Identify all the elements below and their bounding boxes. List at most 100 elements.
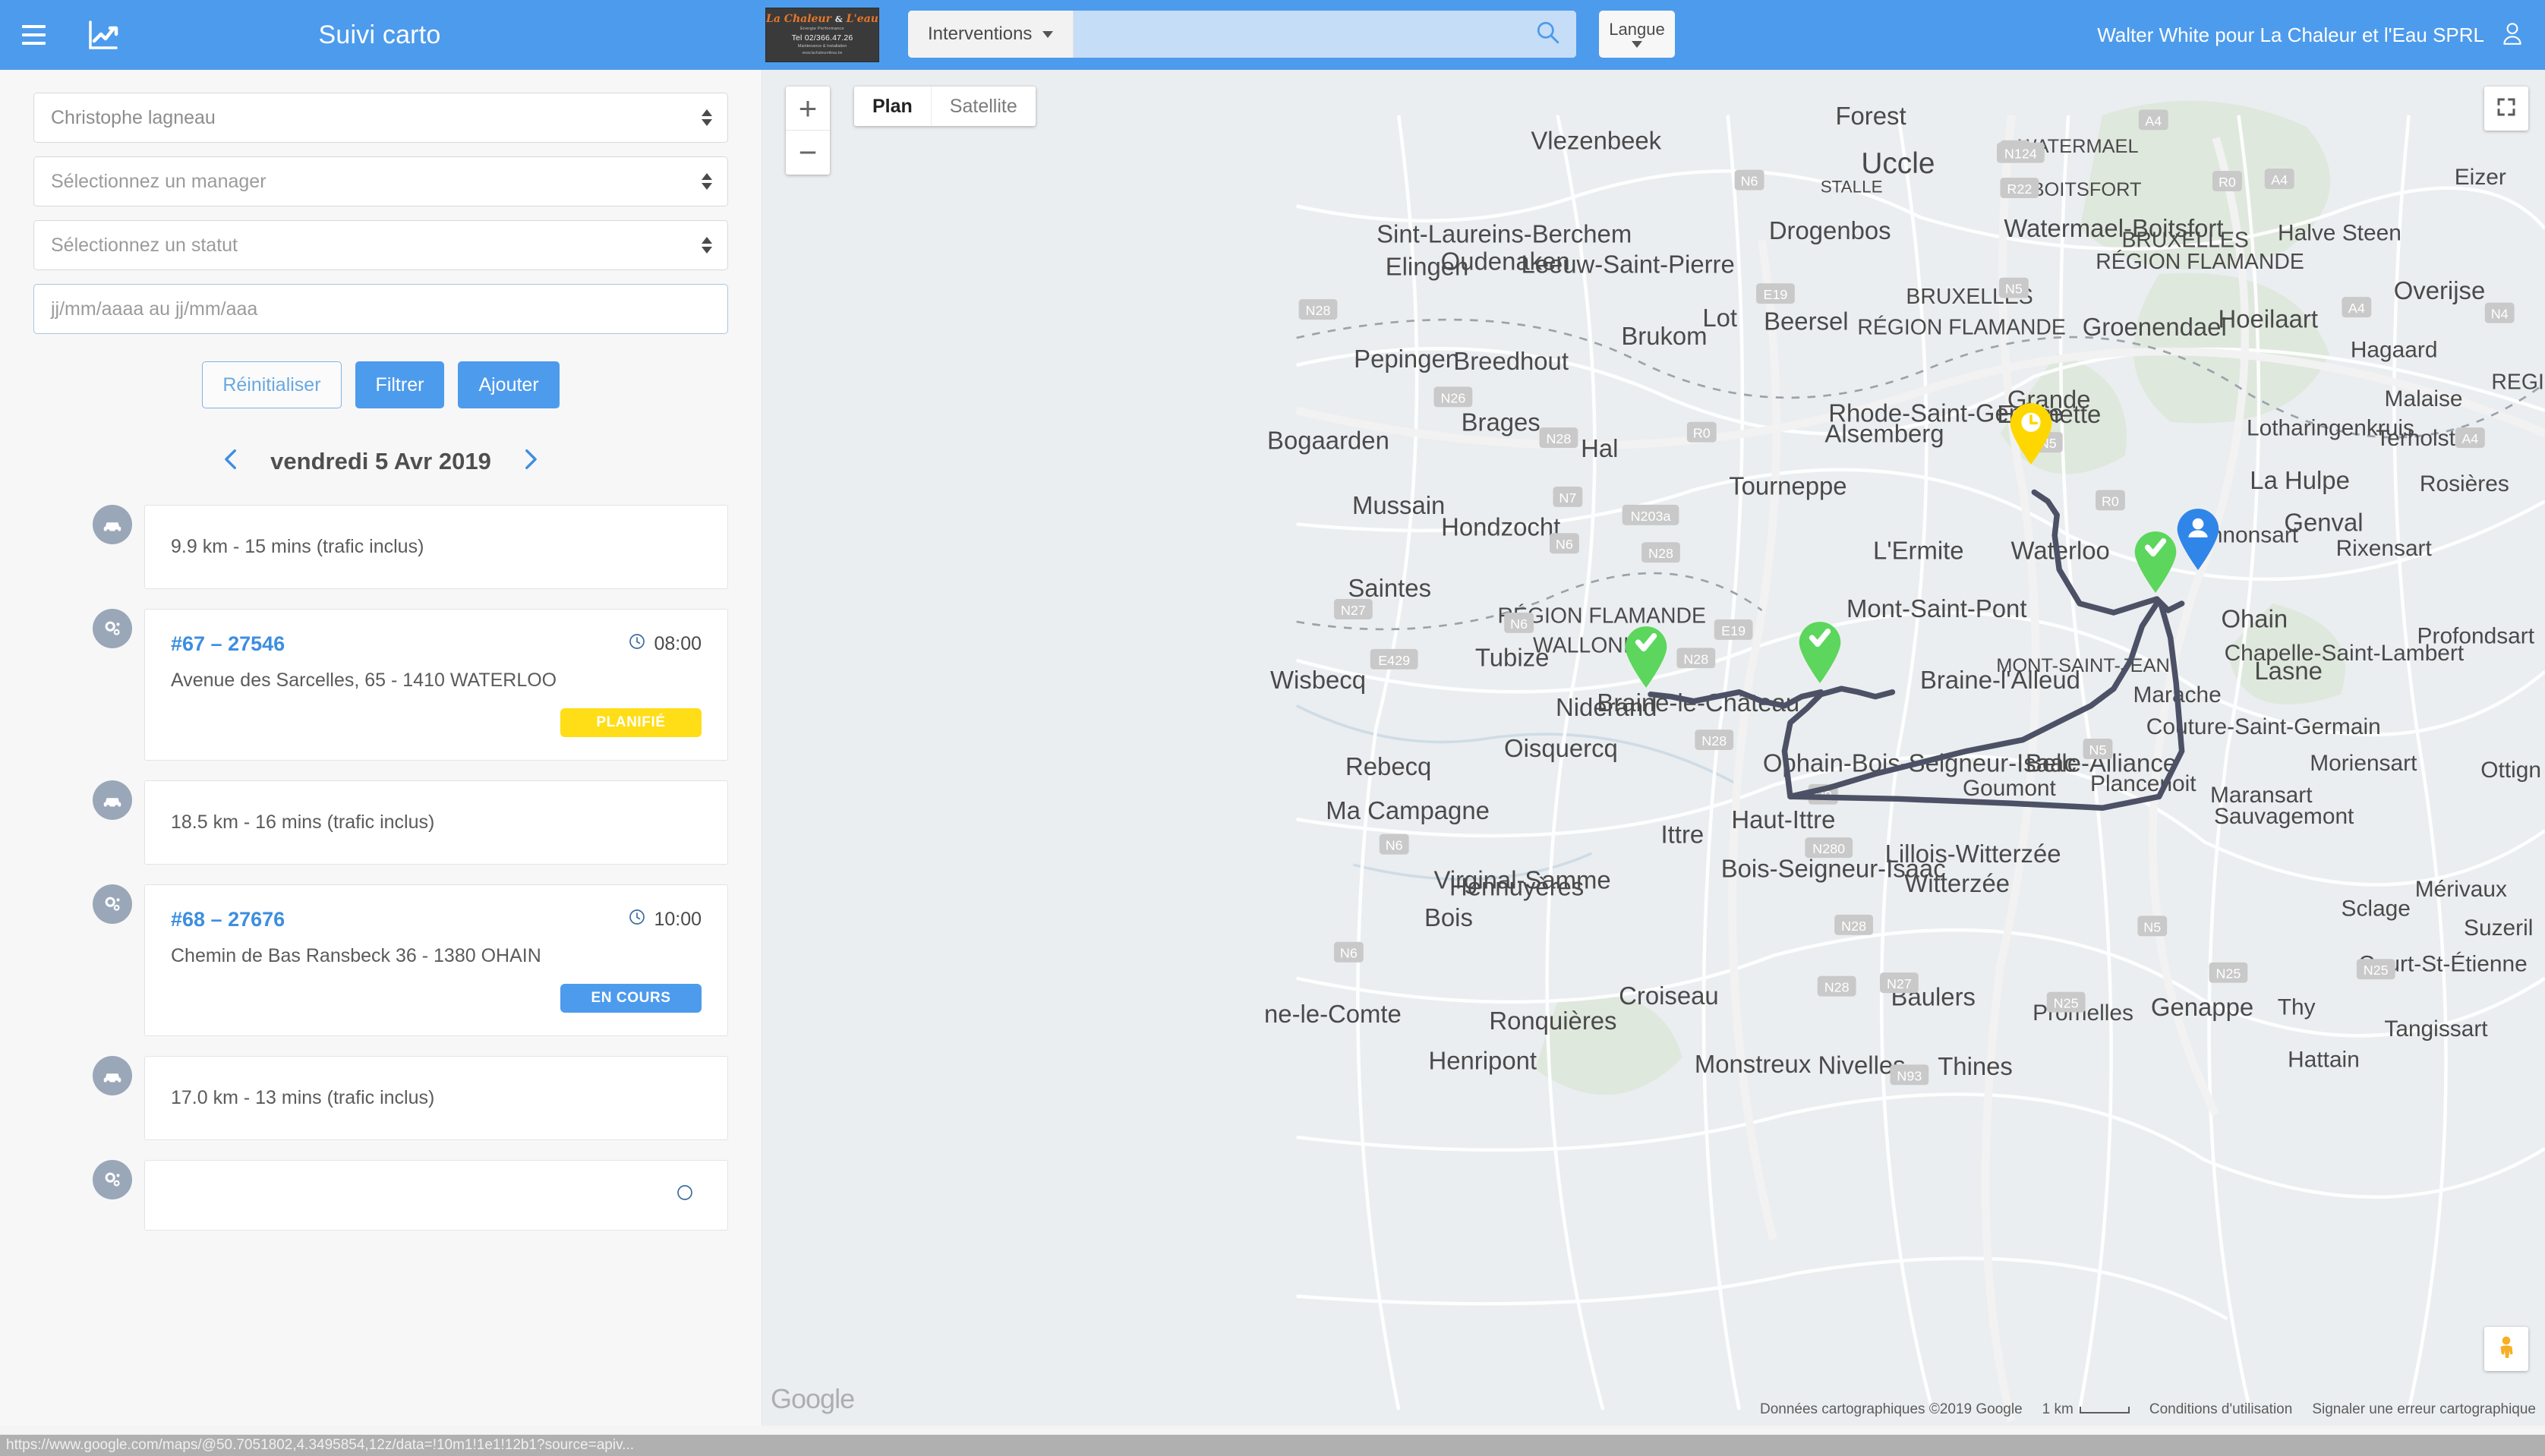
logo-website: www.lachaleuretleau.be <box>803 52 843 55</box>
technician-select-value: Christophe lagneau <box>51 107 216 129</box>
job-time: 08:00 <box>628 632 702 656</box>
search-input[interactable] <box>1074 11 1520 58</box>
travel-distance-label: 9.9 km - 15 mins (trafic inclus) <box>171 536 702 558</box>
job-address: Chemin de Bas Ransbeck 36 - 1380 OHAIN <box>171 945 702 967</box>
map-panel[interactable]: ForestUccleWATERMAELBOITSFORTSTALLEVleze… <box>763 70 2545 1426</box>
clock-icon <box>628 632 646 656</box>
select-spinner-icon <box>702 109 712 126</box>
marker-done-lillois[interactable] <box>1796 620 1844 684</box>
gears-icon <box>93 1160 132 1199</box>
map-canvas <box>763 70 2545 1426</box>
gears-icon <box>93 609 132 648</box>
job-time: 10:00 <box>628 908 702 931</box>
logo-services: Maintenance & Installation <box>798 45 847 49</box>
user-account-menu[interactable]: Walter White pour La Chaleur et l'Eau SP… <box>2097 0 2525 70</box>
zoom-in-button[interactable]: + <box>786 87 830 131</box>
street-view-pegman-icon <box>2493 1335 2519 1364</box>
car-icon <box>93 780 132 820</box>
filter-button[interactable]: Filtrer <box>355 361 445 408</box>
job-time-label: 10:00 <box>654 909 702 931</box>
chevron-right-icon[interactable] <box>517 446 543 476</box>
card-header <box>171 1183 702 1207</box>
terms-of-use-link[interactable]: Conditions d'utilisation <box>2149 1401 2292 1418</box>
gears-icon <box>93 884 132 924</box>
logo-ampersand: & <box>835 14 843 24</box>
top-header-bar: Suivi carto La Chaleur & L'eau Energie P… <box>0 0 2545 70</box>
intervention-card[interactable]: #68 – 27676 10:00 Chemin de Bas Ransbeck… <box>144 884 728 1036</box>
logo-phone: Tel 02/366.47.26 <box>792 34 853 43</box>
status-badge[interactable]: EN COURS <box>560 984 702 1013</box>
map-scale-bar: 1 km <box>2042 1401 2130 1418</box>
intervention-card[interactable] <box>144 1160 728 1231</box>
technician-select[interactable]: Christophe lagneau <box>33 93 728 143</box>
zoom-controls: + − <box>786 87 830 175</box>
status-badge[interactable]: PLANIFIÉ <box>560 708 702 737</box>
marker-technician[interactable] <box>2174 507 2222 571</box>
list-item: 17.0 km - 13 mins (trafic inclus) <box>33 1056 728 1140</box>
travel-distance-label: 18.5 km - 16 mins (trafic inclus) <box>171 812 702 834</box>
search-icon <box>1535 20 1561 49</box>
filters-sidebar: Christophe lagneau Sélectionnez un manag… <box>0 70 762 1426</box>
page-title: Suivi carto <box>0 20 759 50</box>
job-time <box>676 1183 702 1207</box>
report-map-error-link[interactable]: Signaler une erreur cartographique <box>2312 1401 2536 1418</box>
marker-done-braine[interactable] <box>1622 625 1670 689</box>
google-watermark: Google <box>771 1383 854 1415</box>
search-bar: Interventions <box>908 11 1576 58</box>
person-pin-icon <box>2174 507 2222 571</box>
browser-status-bar: https://www.google.com/maps/@50.7051802,… <box>0 1435 2545 1456</box>
clock-pin-icon <box>2007 402 2055 465</box>
chevron-left-icon[interactable] <box>219 446 244 476</box>
job-time-label: 08:00 <box>654 633 702 655</box>
status-select-value: Sélectionnez un statut <box>51 235 238 257</box>
reset-button[interactable]: Réinitialiser <box>202 361 341 408</box>
manager-select-value: Sélectionnez un manager <box>51 171 266 193</box>
chevron-down-icon <box>1632 41 1642 48</box>
language-label: Langue <box>1609 21 1664 38</box>
clock-icon <box>676 1183 694 1207</box>
search-button[interactable] <box>1520 11 1576 58</box>
travel-card: 9.9 km - 15 mins (trafic inclus) <box>144 505 728 589</box>
job-id-link[interactable]: #67 – 27546 <box>171 632 285 656</box>
current-date-label: vendredi 5 Avr 2019 <box>270 448 491 475</box>
intervention-list: 9.9 km - 15 mins (trafic inclus) #67 – 2… <box>0 505 762 1231</box>
map-type-switch: Plan Satellite <box>854 87 1036 126</box>
list-item: 9.9 km - 15 mins (trafic inclus) <box>33 505 728 589</box>
status-bar-url: https://www.google.com/maps/@50.7051802,… <box>6 1437 634 1454</box>
date-range-placeholder: jj/mm/aaaa au jj/mm/aaa <box>51 298 257 320</box>
language-selector-button[interactable]: Langue <box>1599 11 1675 58</box>
map-type-satellite[interactable]: Satellite <box>932 87 1036 126</box>
list-item: #67 – 27546 08:00 Avenue des Sarcelles, … <box>33 609 728 761</box>
fullscreen-button[interactable] <box>2484 87 2528 131</box>
chevron-down-icon <box>1042 31 1053 38</box>
user-name-label: Walter White pour La Chaleur et l'Eau SP… <box>2097 24 2484 47</box>
job-address: Avenue des Sarcelles, 65 - 1410 WATERLOO <box>171 670 702 692</box>
car-icon <box>93 505 132 544</box>
zoom-out-button[interactable]: − <box>786 131 830 175</box>
status-select[interactable]: Sélectionnez un statut <box>33 220 728 270</box>
travel-card: 17.0 km - 13 mins (trafic inclus) <box>144 1056 728 1140</box>
select-spinner-icon <box>702 237 712 254</box>
list-item <box>33 1160 728 1231</box>
job-id-link[interactable]: #68 – 27676 <box>171 908 285 931</box>
logo-line1-b: L'eau <box>847 13 878 25</box>
marker-scheduled-waterloo[interactable] <box>2007 402 2055 465</box>
add-button[interactable]: Ajouter <box>458 361 559 408</box>
street-view-pegman-button[interactable] <box>2484 1327 2528 1371</box>
map-type-plan[interactable]: Plan <box>854 87 932 126</box>
manager-select[interactable]: Sélectionnez un manager <box>33 156 728 206</box>
car-icon <box>93 1056 132 1095</box>
card-header: #68 – 27676 10:00 <box>171 908 702 931</box>
map-attribution-footer: Données cartographiques ©2019 Google 1 k… <box>1760 1401 2545 1418</box>
filter-actions: Réinitialiser Filtrer Ajouter <box>0 361 762 408</box>
list-item: 18.5 km - 16 mins (trafic inclus) <box>33 780 728 865</box>
logo-tagline: Energie Performance <box>800 27 844 32</box>
scale-bar-graphic <box>2080 1407 2130 1413</box>
clock-icon <box>628 908 646 931</box>
fullscreen-icon <box>2495 96 2518 122</box>
check-pin-icon <box>1796 620 1844 684</box>
travel-distance-label: 17.0 km - 13 mins (trafic inclus) <box>171 1087 702 1109</box>
interventions-dropdown-button[interactable]: Interventions <box>908 11 1074 58</box>
date-range-input[interactable]: jj/mm/aaaa au jj/mm/aaa <box>33 284 728 334</box>
intervention-card[interactable]: #67 – 27546 08:00 Avenue des Sarcelles, … <box>144 609 728 761</box>
